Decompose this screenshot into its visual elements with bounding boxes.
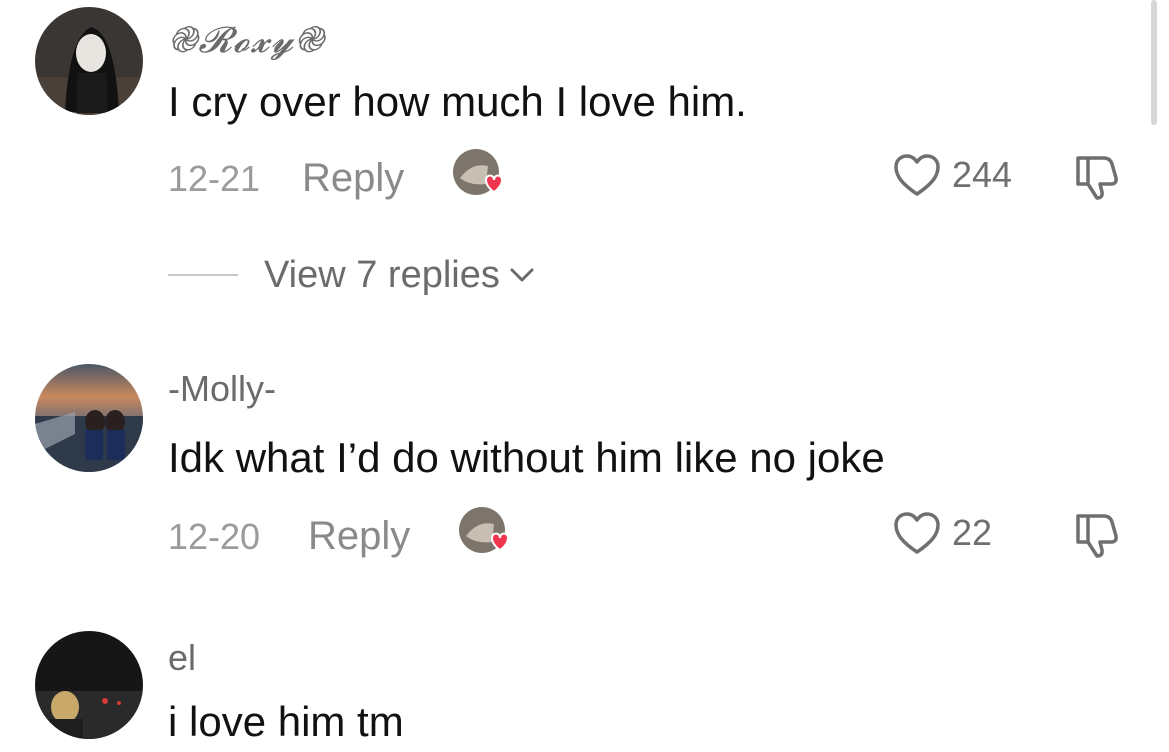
comment-text: i love him tm (168, 698, 404, 745)
comment-username[interactable]: ֎𝓡𝓸𝔁𝔂֎ (168, 14, 325, 63)
dislike-button[interactable] (1072, 510, 1122, 565)
avatar[interactable] (35, 7, 143, 115)
like-count: 22 (952, 512, 993, 553)
view-replies-link[interactable]: View 7 replies (264, 254, 500, 297)
avatar-image (35, 631, 143, 739)
creator-liked-badge (458, 506, 514, 558)
like-button[interactable]: 22 (892, 510, 992, 556)
heart-outline-icon (894, 512, 940, 554)
comment-username[interactable]: el (168, 637, 196, 679)
creator-heart-badge-icon (459, 507, 510, 553)
comment-text: I cry over how much I love him. (168, 78, 747, 125)
comment-text: Idk what I’d do without him like no joke (168, 434, 885, 481)
avatar[interactable] (35, 631, 143, 739)
avatar-image (35, 364, 143, 472)
comment-date: 12-20 (168, 516, 261, 557)
comment-meta: 12-20 Reply 22 (168, 506, 1128, 562)
dislike-button[interactable] (1072, 152, 1122, 207)
comment-date: 12-21 (168, 158, 261, 199)
creator-heart-badge-icon (453, 149, 504, 195)
view-replies-divider (168, 274, 238, 276)
scrollbar[interactable] (1151, 0, 1157, 125)
view-replies[interactable]: View 7 replies (168, 250, 536, 300)
chevron-down-icon (510, 268, 534, 282)
comment-meta: 12-21 Reply 244 (168, 148, 1128, 204)
creator-liked-badge (452, 148, 508, 200)
heart-outline-icon (894, 154, 940, 196)
thumbs-down-icon (1076, 514, 1118, 558)
avatar[interactable] (35, 364, 143, 472)
thumbs-down-icon (1076, 156, 1118, 200)
reply-button[interactable]: Reply (308, 514, 410, 559)
reply-button[interactable]: Reply (302, 156, 404, 201)
like-count: 244 (952, 154, 1013, 195)
comment-username[interactable]: -Molly- (168, 368, 276, 410)
avatar-image (35, 7, 143, 115)
like-button[interactable]: 244 (892, 152, 1012, 198)
